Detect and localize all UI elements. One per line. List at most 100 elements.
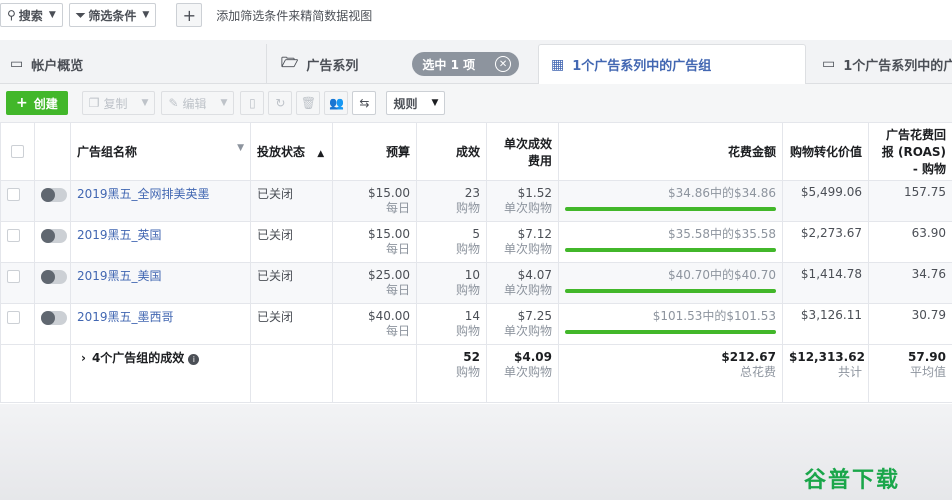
preview-button[interactable]: ⇆ <box>352 91 377 115</box>
roas-cell: 157.75 <box>868 180 952 222</box>
results-cell: 5 购物 <box>416 221 487 263</box>
table-row[interactable]: 2019黑五_美国 已关闭 $25.00 每日 10 购物 $4.07 单次购物 $4… <box>0 262 952 304</box>
delivery-status: 已关闭 <box>250 262 333 304</box>
adset-name-link[interactable]: 2019黑五_墨西哥 <box>70 303 251 345</box>
roas-cell: 30.79 <box>868 303 952 345</box>
delivery-toggle[interactable] <box>41 188 67 202</box>
cost-cell: $7.25 单次购物 <box>486 303 559 345</box>
refresh-icon: ↻ <box>275 96 286 110</box>
delivery-toggle[interactable] <box>41 311 67 325</box>
conversion-value-cell: $2,273.67 <box>782 221 869 263</box>
account-icon: ▭ <box>10 56 24 72</box>
edit-button[interactable]: ✎ 编辑 ▼ <box>161 91 235 115</box>
search-icon: ⚲ <box>7 8 16 22</box>
column-budget[interactable]: 预算 <box>332 122 417 181</box>
conversion-value-cell: $5,499.06 <box>782 180 869 222</box>
adsets-table: 广告组名称 ▼ 投放状态 ▲ 预算 成效 单次成效费用 花费金额 购物转化价值 … <box>0 122 952 403</box>
people-icon: 👥 <box>328 96 344 110</box>
search-button[interactable]: ⚲ 搜索 ▼ <box>0 3 63 27</box>
cost-cell: $4.07 单次购物 <box>486 262 559 304</box>
delivery-toggle[interactable] <box>41 270 67 284</box>
clipboard-button[interactable]: ▯ <box>240 91 265 115</box>
filter-button[interactable]: ⏷ 筛选条件 ▼ <box>68 3 157 27</box>
column-name[interactable]: 广告组名称 ▼ <box>70 122 251 181</box>
row-checkbox[interactable] <box>7 188 20 201</box>
chevron-down-icon: ▼ <box>220 98 228 108</box>
row-checkbox[interactable] <box>7 270 20 283</box>
adset-name-link[interactable]: 2019黑五_英国 <box>70 221 251 263</box>
tab-adsets[interactable]: ▦ 1个广告系列中的广告组 <box>538 44 806 84</box>
delivery-status: 已关闭 <box>250 180 333 222</box>
table-row[interactable]: 2019黑五_墨西哥 已关闭 $40.00 每日 14 购物 $7.25 单次购物 $… <box>0 303 952 345</box>
pencil-icon: ✎ <box>168 96 179 110</box>
total-results: 52 购物 <box>416 344 487 403</box>
delete-button[interactable]: 🗑 <box>296 91 321 115</box>
adset-name-link[interactable]: 2019黑五_全网排美英墨 <box>70 180 251 222</box>
watermark-logo: 谷普下载 <box>803 468 900 493</box>
chevron-down-icon: ▼ <box>431 98 439 108</box>
totals-empty-cell <box>250 344 333 403</box>
spend-progress-bar <box>565 248 776 252</box>
audience-button[interactable]: 👥 <box>324 91 349 115</box>
chevron-down-icon: ▼ <box>237 143 244 153</box>
cost-cell: $7.12 单次购物 <box>486 221 559 263</box>
row-toggle-cell <box>34 303 71 345</box>
tab-account-overview[interactable]: ▭ 帐户概览 <box>10 44 266 84</box>
column-amount-spent[interactable]: 花费金额 <box>558 122 783 181</box>
add-filter-button[interactable]: + <box>176 3 203 27</box>
refresh-button[interactable]: ↻ <box>268 91 293 115</box>
tab-ads[interactable]: ▭ 1个广告系列中的广 <box>812 44 952 84</box>
delivery-status: 已关闭 <box>250 221 333 263</box>
close-icon[interactable]: ✕ <box>495 56 512 72</box>
rules-button[interactable]: 规则 ▼ <box>386 91 446 115</box>
row-checkbox[interactable] <box>7 311 20 324</box>
table-row[interactable]: 2019黑五_英国 已关闭 $15.00 每日 5 购物 $7.12 单次购物 $35… <box>0 221 952 263</box>
select-all-checkbox[interactable] <box>11 145 24 158</box>
filter-bar: ⚲ 搜索 ▼ ⏷ 筛选条件 ▼ + 添加筛选条件来精简数据视图 <box>0 0 952 30</box>
copy-button[interactable]: ❐ 复制 ▼ <box>81 91 156 115</box>
totals-label-cell[interactable]: › 4个广告组的成效 i <box>70 344 251 403</box>
spend-progress-bar <box>565 289 776 293</box>
total-conversion-value: $12,313.62 共计 <box>782 344 869 403</box>
plus-icon: + <box>16 95 28 111</box>
clipboard-icon: ▯ <box>249 96 256 110</box>
totals-empty-cell <box>332 344 417 403</box>
ad-icon: ▭ <box>822 56 836 72</box>
chevron-down-icon: ▼ <box>142 10 150 20</box>
delivery-toggle[interactable] <box>41 229 67 243</box>
select-all-cell <box>0 122 35 181</box>
row-checkbox[interactable] <box>7 229 20 242</box>
preview-icon: ⇆ <box>359 96 370 110</box>
column-cost-per-result[interactable]: 单次成效费用 <box>486 122 559 181</box>
filter-hint[interactable]: 添加筛选条件来精简数据视图 <box>216 7 372 24</box>
chevron-down-icon: ▼ <box>141 98 149 108</box>
table-row[interactable]: 2019黑五_全网排美英墨 已关闭 $15.00 每日 23 购物 $1.52 单次购… <box>0 180 952 222</box>
row-toggle-cell <box>34 262 71 304</box>
selected-pill[interactable]: 选中 1 项 ✕ <box>412 52 520 76</box>
totals-empty-cell <box>34 344 71 403</box>
column-results[interactable]: 成效 <box>416 122 487 181</box>
column-conversion-value[interactable]: 购物转化价值 <box>782 122 869 181</box>
spent-cell: $40.70中的$40.70 <box>558 262 783 304</box>
row-toggle-cell <box>34 180 71 222</box>
row-select-cell <box>0 221 35 263</box>
row-select-cell <box>0 180 35 222</box>
folder-check-icon: 🗁 <box>281 55 299 71</box>
chevron-down-icon: ▼ <box>48 10 56 20</box>
tab-campaigns[interactable]: 🗁 广告系列 选中 1 项 ✕ <box>266 44 538 84</box>
budget-cell: $25.00 每日 <box>332 262 417 304</box>
budget-cell: $15.00 每日 <box>332 180 417 222</box>
conversion-value-cell: $3,126.11 <box>782 303 869 345</box>
info-icon[interactable]: i <box>188 354 200 365</box>
column-status[interactable]: 投放状态 ▲ <box>250 122 333 181</box>
grid-icon: ▦ <box>551 56 565 73</box>
column-roas[interactable]: 广告花费回报 (ROAS) - 购物 <box>868 122 952 181</box>
row-select-cell <box>0 262 35 304</box>
results-cell: 10 购物 <box>416 262 487 304</box>
adset-name-link[interactable]: 2019黑五_美国 <box>70 262 251 304</box>
spend-progress-bar <box>565 207 776 211</box>
results-cell: 23 购物 <box>416 180 487 222</box>
copy-icon: ❐ <box>88 96 100 110</box>
create-button[interactable]: + 创建 <box>6 91 68 115</box>
budget-cell: $15.00 每日 <box>332 221 417 263</box>
